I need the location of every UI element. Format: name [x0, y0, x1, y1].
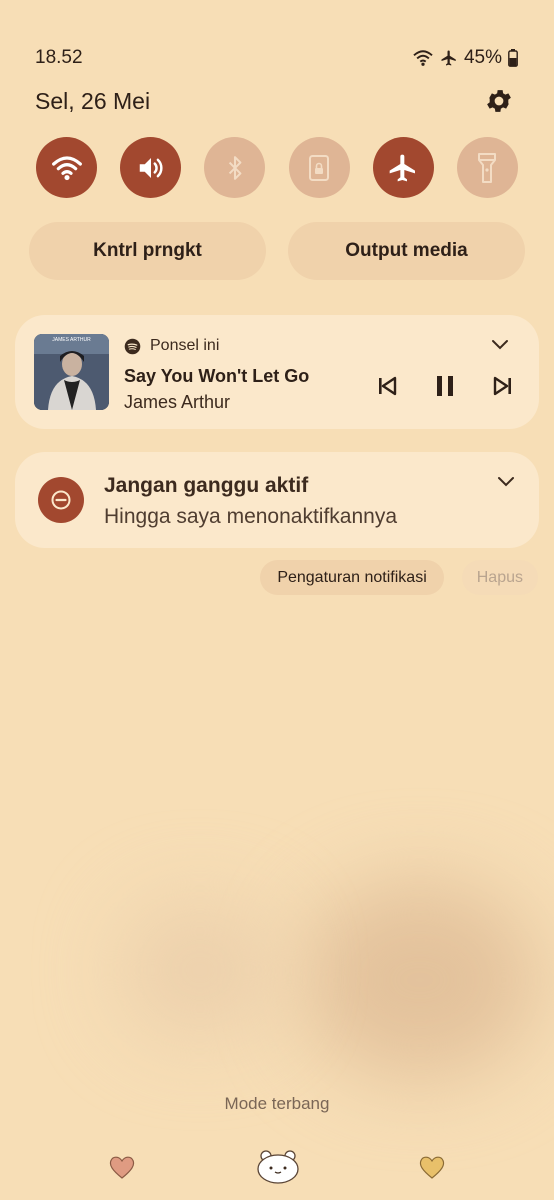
media-source-label: Ponsel ini [150, 337, 220, 354]
spotify-icon [124, 338, 141, 354]
album-art: JAMES ARTHUR [34, 334, 109, 410]
track-artist: James Arthur [124, 392, 231, 412]
dnd-title: Jangan ganggu aktif [104, 474, 309, 497]
airplane-icon [389, 154, 416, 181]
wallpaper-blob [120, 900, 280, 1040]
status-bar: 18.52 45% [35, 46, 518, 70]
battery-icon [508, 49, 518, 67]
rotation-lock-icon [309, 154, 330, 181]
bottom-decor [0, 1148, 554, 1188]
chevron-down-icon[interactable] [497, 476, 515, 488]
bluetooth-icon [228, 155, 242, 180]
track-title: Say You Won't Let Go [124, 366, 310, 386]
notification-settings-button[interactable]: Pengaturan notifikasi [260, 560, 444, 595]
dnd-icon [38, 477, 84, 523]
pause-icon[interactable] [435, 375, 455, 397]
rotation-lock-toggle[interactable] [288, 137, 350, 198]
bear-icon [257, 1150, 299, 1184]
status-icons: 45% [412, 47, 518, 69]
date-row: Sel, 26 Mei [35, 86, 514, 116]
dnd-subtitle: Hingga saya menonaktifkannya [104, 505, 398, 528]
battery-percent: 45% [463, 47, 502, 68]
clock: 18.52 [35, 47, 83, 68]
album-art-image: JAMES ARTHUR [34, 334, 109, 410]
airplane-status-icon [441, 50, 456, 66]
dnd-notification-card[interactable]: Jangan ganggu aktif Hingga saya menonakt… [15, 452, 539, 548]
settings-gear-icon[interactable] [484, 86, 514, 116]
bluetooth-toggle[interactable] [204, 137, 266, 198]
flashlight-icon [478, 152, 497, 183]
wifi-toggle[interactable] [36, 137, 97, 198]
media-source: Ponsel ini [124, 337, 219, 355]
chevron-down-icon[interactable] [491, 339, 509, 351]
wallpaper-blob [300, 880, 540, 1080]
device-control-button[interactable]: Kntrl prngkt [29, 222, 266, 280]
media-output-button[interactable]: Output media [288, 222, 525, 280]
next-track-icon[interactable] [493, 376, 513, 396]
date-label: Sel, 26 Mei [35, 87, 151, 114]
heart-icon [109, 1156, 135, 1179]
sound-icon [139, 157, 163, 178]
wifi-icon [51, 155, 82, 180]
previous-track-icon[interactable] [377, 376, 397, 396]
media-controls [377, 375, 513, 397]
wifi-status-icon [413, 50, 433, 66]
sound-toggle[interactable] [120, 137, 182, 198]
heart-icon [419, 1156, 445, 1179]
airplane-toggle[interactable] [372, 137, 434, 198]
quick-toggles [36, 137, 518, 198]
quick-pills: Kntrl prngkt Output media [29, 222, 525, 280]
notification-actions: Pengaturan notifikasi Hapus [260, 560, 538, 595]
album-art-text: JAMES ARTHUR [52, 337, 91, 343]
clear-button[interactable]: Hapus [461, 560, 538, 595]
mode-label: Mode terbang [224, 1094, 330, 1113]
flashlight-toggle[interactable] [456, 137, 518, 198]
media-player-card[interactable]: JAMES ARTHUR Ponsel ini Say You Won't Le… [15, 315, 539, 429]
